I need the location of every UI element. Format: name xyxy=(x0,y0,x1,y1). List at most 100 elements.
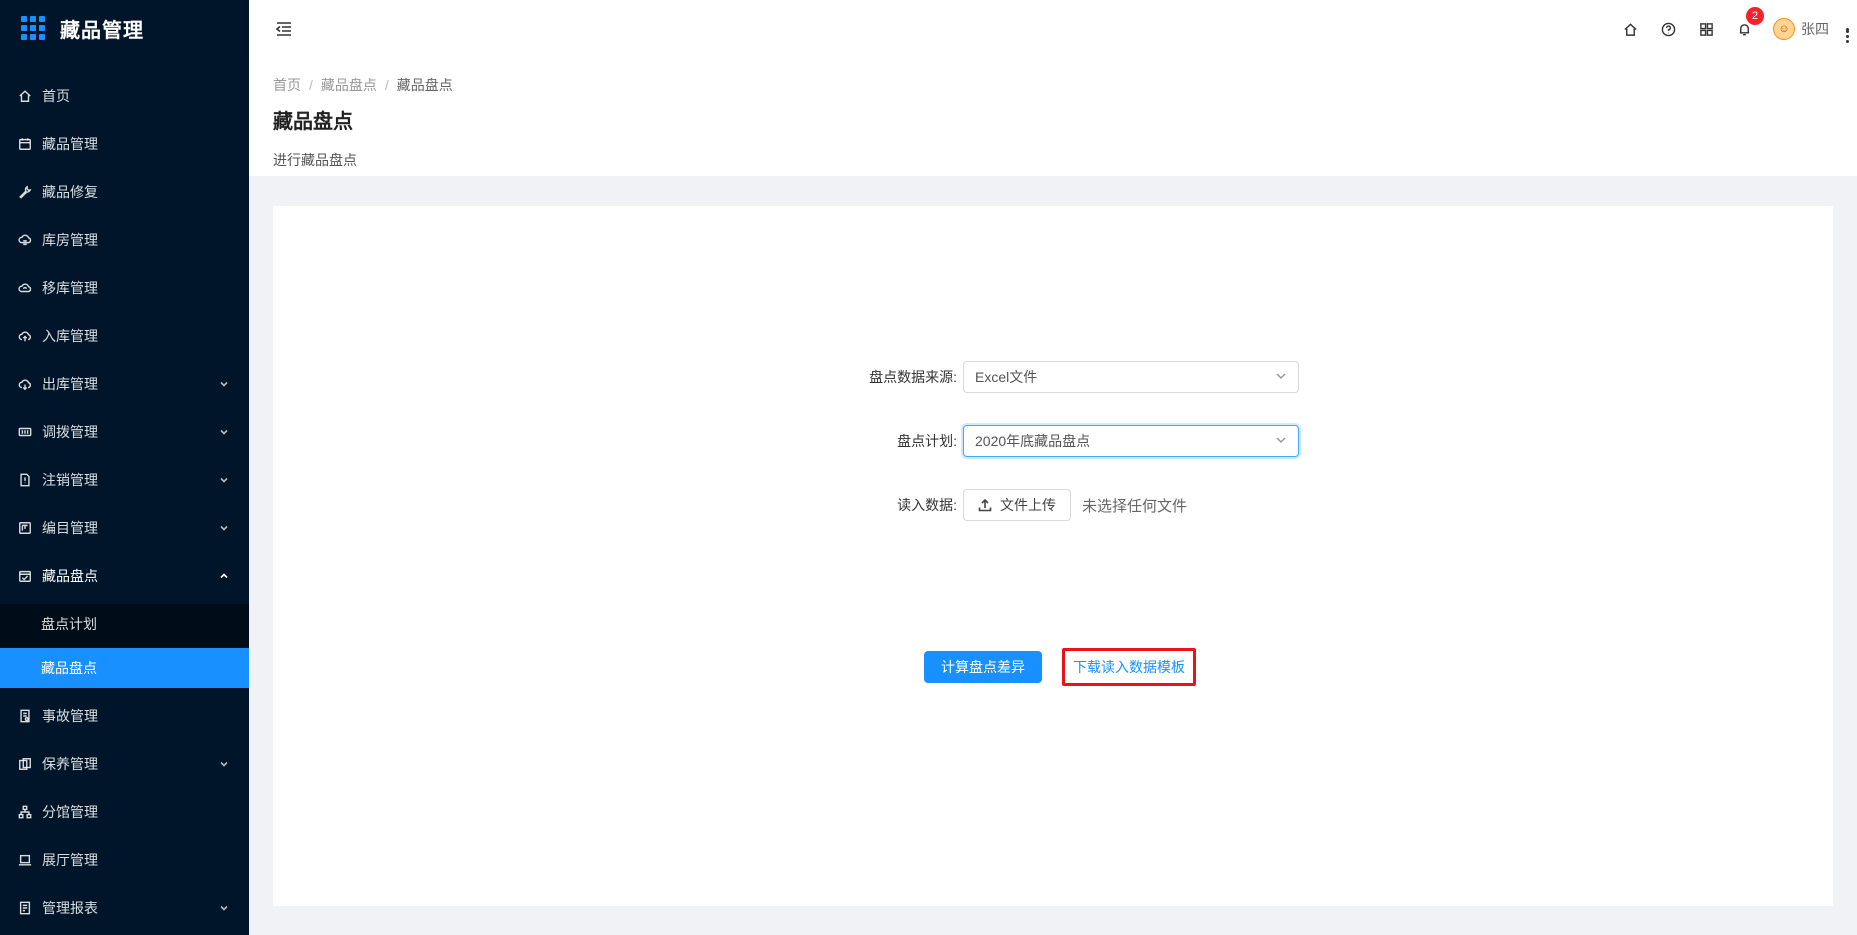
branch-icon xyxy=(18,805,32,819)
home-icon[interactable] xyxy=(1611,0,1649,58)
breadcrumb-separator: / xyxy=(384,77,389,93)
form-row-read-data: 读入数据: 文件上传 未选择任何文件 xyxy=(273,489,1833,521)
user-name: 张四 xyxy=(1801,21,1829,37)
sidebar-item-exhibition[interactable]: 展厅管理 xyxy=(0,836,249,884)
chevron-down-icon xyxy=(219,475,229,485)
form-actions: 计算盘点差异 下载读入数据模板 xyxy=(273,648,1833,686)
sidebar-item-collection[interactable]: 藏品管理 xyxy=(0,120,249,168)
sidebar-item-label: 首页 xyxy=(42,88,70,104)
app-grid-icon xyxy=(21,16,45,40)
file-icon xyxy=(18,473,32,487)
source-select-value: Excel文件 xyxy=(975,369,1038,385)
inventory-submenu: 盘点计划 藏品盘点 xyxy=(0,604,249,688)
sidebar-item-label: 展厅管理 xyxy=(42,852,98,868)
logo[interactable]: 藏品管理 xyxy=(0,0,249,56)
inventory-form: 盘点数据来源: Excel文件 盘点计划: 2020年底藏品盘点 读入数据: 文… xyxy=(273,361,1833,553)
app-title: 藏品管理 xyxy=(60,19,144,42)
breadcrumb-current: 藏品盘点 xyxy=(396,77,453,93)
sidebar-item-restoration[interactable]: 藏品修复 xyxy=(0,168,249,216)
file-upload-button[interactable]: 文件上传 xyxy=(963,489,1071,521)
sidebar-item-warehouse[interactable]: 库房管理 xyxy=(0,216,249,264)
plan-label: 盘点计划: xyxy=(897,433,957,449)
chevron-down-icon xyxy=(219,379,229,389)
accident-icon xyxy=(18,709,32,723)
warehouse-icon xyxy=(18,233,32,247)
breadcrumb-separator: / xyxy=(309,77,313,93)
sidebar-item-label: 管理报表 xyxy=(42,900,98,916)
sidebar-item-home[interactable]: 首页 xyxy=(0,72,249,120)
menu-fold-icon[interactable] xyxy=(272,17,296,41)
maintenance-icon xyxy=(18,757,32,771)
sidebar-item-reports[interactable]: 管理报表 xyxy=(0,884,249,932)
catalog-icon xyxy=(18,521,32,535)
sidebar-item-deregistration[interactable]: 注销管理 xyxy=(0,456,249,504)
chevron-down-icon xyxy=(219,903,229,913)
chevron-up-icon xyxy=(219,571,229,581)
sidebar-item-label: 注销管理 xyxy=(42,472,98,488)
home-icon xyxy=(18,89,32,103)
plan-select[interactable]: 2020年底藏品盘点 xyxy=(963,425,1299,457)
bell-icon[interactable]: 2 xyxy=(1725,0,1764,58)
chevron-down-icon xyxy=(219,523,229,533)
apps-icon[interactable] xyxy=(1687,0,1725,58)
sidebar-item-label: 事故管理 xyxy=(42,708,98,724)
source-label: 盘点数据来源: xyxy=(869,369,957,385)
sidebar-item-label: 调拨管理 xyxy=(42,424,98,440)
page-header: 首页 / 藏品盘点 / 藏品盘点 藏品盘点 进行藏品盘点 xyxy=(249,58,1857,176)
calculate-difference-button[interactable]: 计算盘点差异 xyxy=(924,651,1042,683)
sidebar-item-inbound[interactable]: 入库管理 xyxy=(0,312,249,360)
report-icon xyxy=(18,901,32,915)
content-card: 盘点数据来源: Excel文件 盘点计划: 2020年底藏品盘点 读入数据: 文… xyxy=(273,206,1833,906)
form-row-plan: 盘点计划: 2020年底藏品盘点 xyxy=(273,425,1833,457)
no-file-hint: 未选择任何文件 xyxy=(1082,497,1188,515)
sidebar-item-label: 藏品修复 xyxy=(42,184,98,200)
file-upload-label: 文件上传 xyxy=(1000,497,1056,513)
page-description: 进行藏品盘点 xyxy=(273,152,357,168)
form-row-source: 盘点数据来源: Excel文件 xyxy=(273,361,1833,393)
cloud-upload-icon xyxy=(18,329,32,343)
top-header: 2 ☺ 张四 xyxy=(249,0,1857,58)
chevron-down-icon xyxy=(219,759,229,769)
plan-select-value: 2020年底藏品盘点 xyxy=(975,433,1091,449)
user-menu[interactable]: ☺ 张四 xyxy=(1773,18,1829,40)
sidebar-item-transfer[interactable]: 调拨管理 xyxy=(0,408,249,456)
sidebar-item-accident[interactable]: 事故管理 xyxy=(0,692,249,740)
avatar: ☺ xyxy=(1773,18,1795,40)
breadcrumb-home[interactable]: 首页 xyxy=(273,75,301,95)
sidebar-item-outbound[interactable]: 出库管理 xyxy=(0,360,249,408)
sidebar-item-catalog[interactable]: 编目管理 xyxy=(0,504,249,552)
chevron-down-icon xyxy=(1275,369,1287,385)
inventory-icon xyxy=(18,569,32,583)
sidebar-subitem-inventory[interactable]: 藏品盘点 xyxy=(0,648,249,688)
sidebar-item-label: 移库管理 xyxy=(42,280,98,296)
sidebar: 藏品管理 首页 藏品管理 藏品修复 库房管理 移库管理 入库管理 出库管理 调拨… xyxy=(0,0,249,935)
header-actions: 2 ☺ 张四 xyxy=(1611,0,1857,58)
sidebar-item-label: 藏品管理 xyxy=(42,136,98,152)
sidebar-item-inventory[interactable]: 藏品盘点 xyxy=(0,552,249,600)
sidebar-item-branch[interactable]: 分馆管理 xyxy=(0,788,249,836)
chevron-down-icon xyxy=(1275,433,1287,449)
sidebar-item-relocation[interactable]: 移库管理 xyxy=(0,264,249,312)
page-title: 藏品盘点 xyxy=(273,111,353,133)
breadcrumb-inventory[interactable]: 藏品盘点 xyxy=(321,75,377,95)
sidebar-item-label: 出库管理 xyxy=(42,376,98,392)
read-data-label: 读入数据: xyxy=(897,497,957,513)
wrench-icon xyxy=(18,185,32,199)
sidebar-subitem-inventory-plan[interactable]: 盘点计划 xyxy=(0,604,249,644)
cloud-sync-icon xyxy=(18,281,32,295)
source-select[interactable]: Excel文件 xyxy=(963,361,1299,393)
sidebar-item-label: 保养管理 xyxy=(42,756,98,772)
help-icon[interactable] xyxy=(1649,0,1687,58)
more-vertical-icon[interactable] xyxy=(1837,0,1857,58)
calendar-icon xyxy=(18,137,32,151)
sidebar-item-label: 分馆管理 xyxy=(42,804,98,820)
sidebar-item-label: 编目管理 xyxy=(42,520,98,536)
cloud-download-icon xyxy=(18,377,32,391)
sidebar-item-maintenance[interactable]: 保养管理 xyxy=(0,740,249,788)
laptop-icon xyxy=(18,853,32,867)
transfer-icon xyxy=(18,425,32,439)
sidebar-item-label: 库房管理 xyxy=(42,232,98,248)
notification-badge: 2 xyxy=(1746,7,1764,25)
download-template-link[interactable]: 下载读入数据模板 xyxy=(1062,648,1196,686)
sidebar-item-label: 藏品盘点 xyxy=(42,568,98,584)
